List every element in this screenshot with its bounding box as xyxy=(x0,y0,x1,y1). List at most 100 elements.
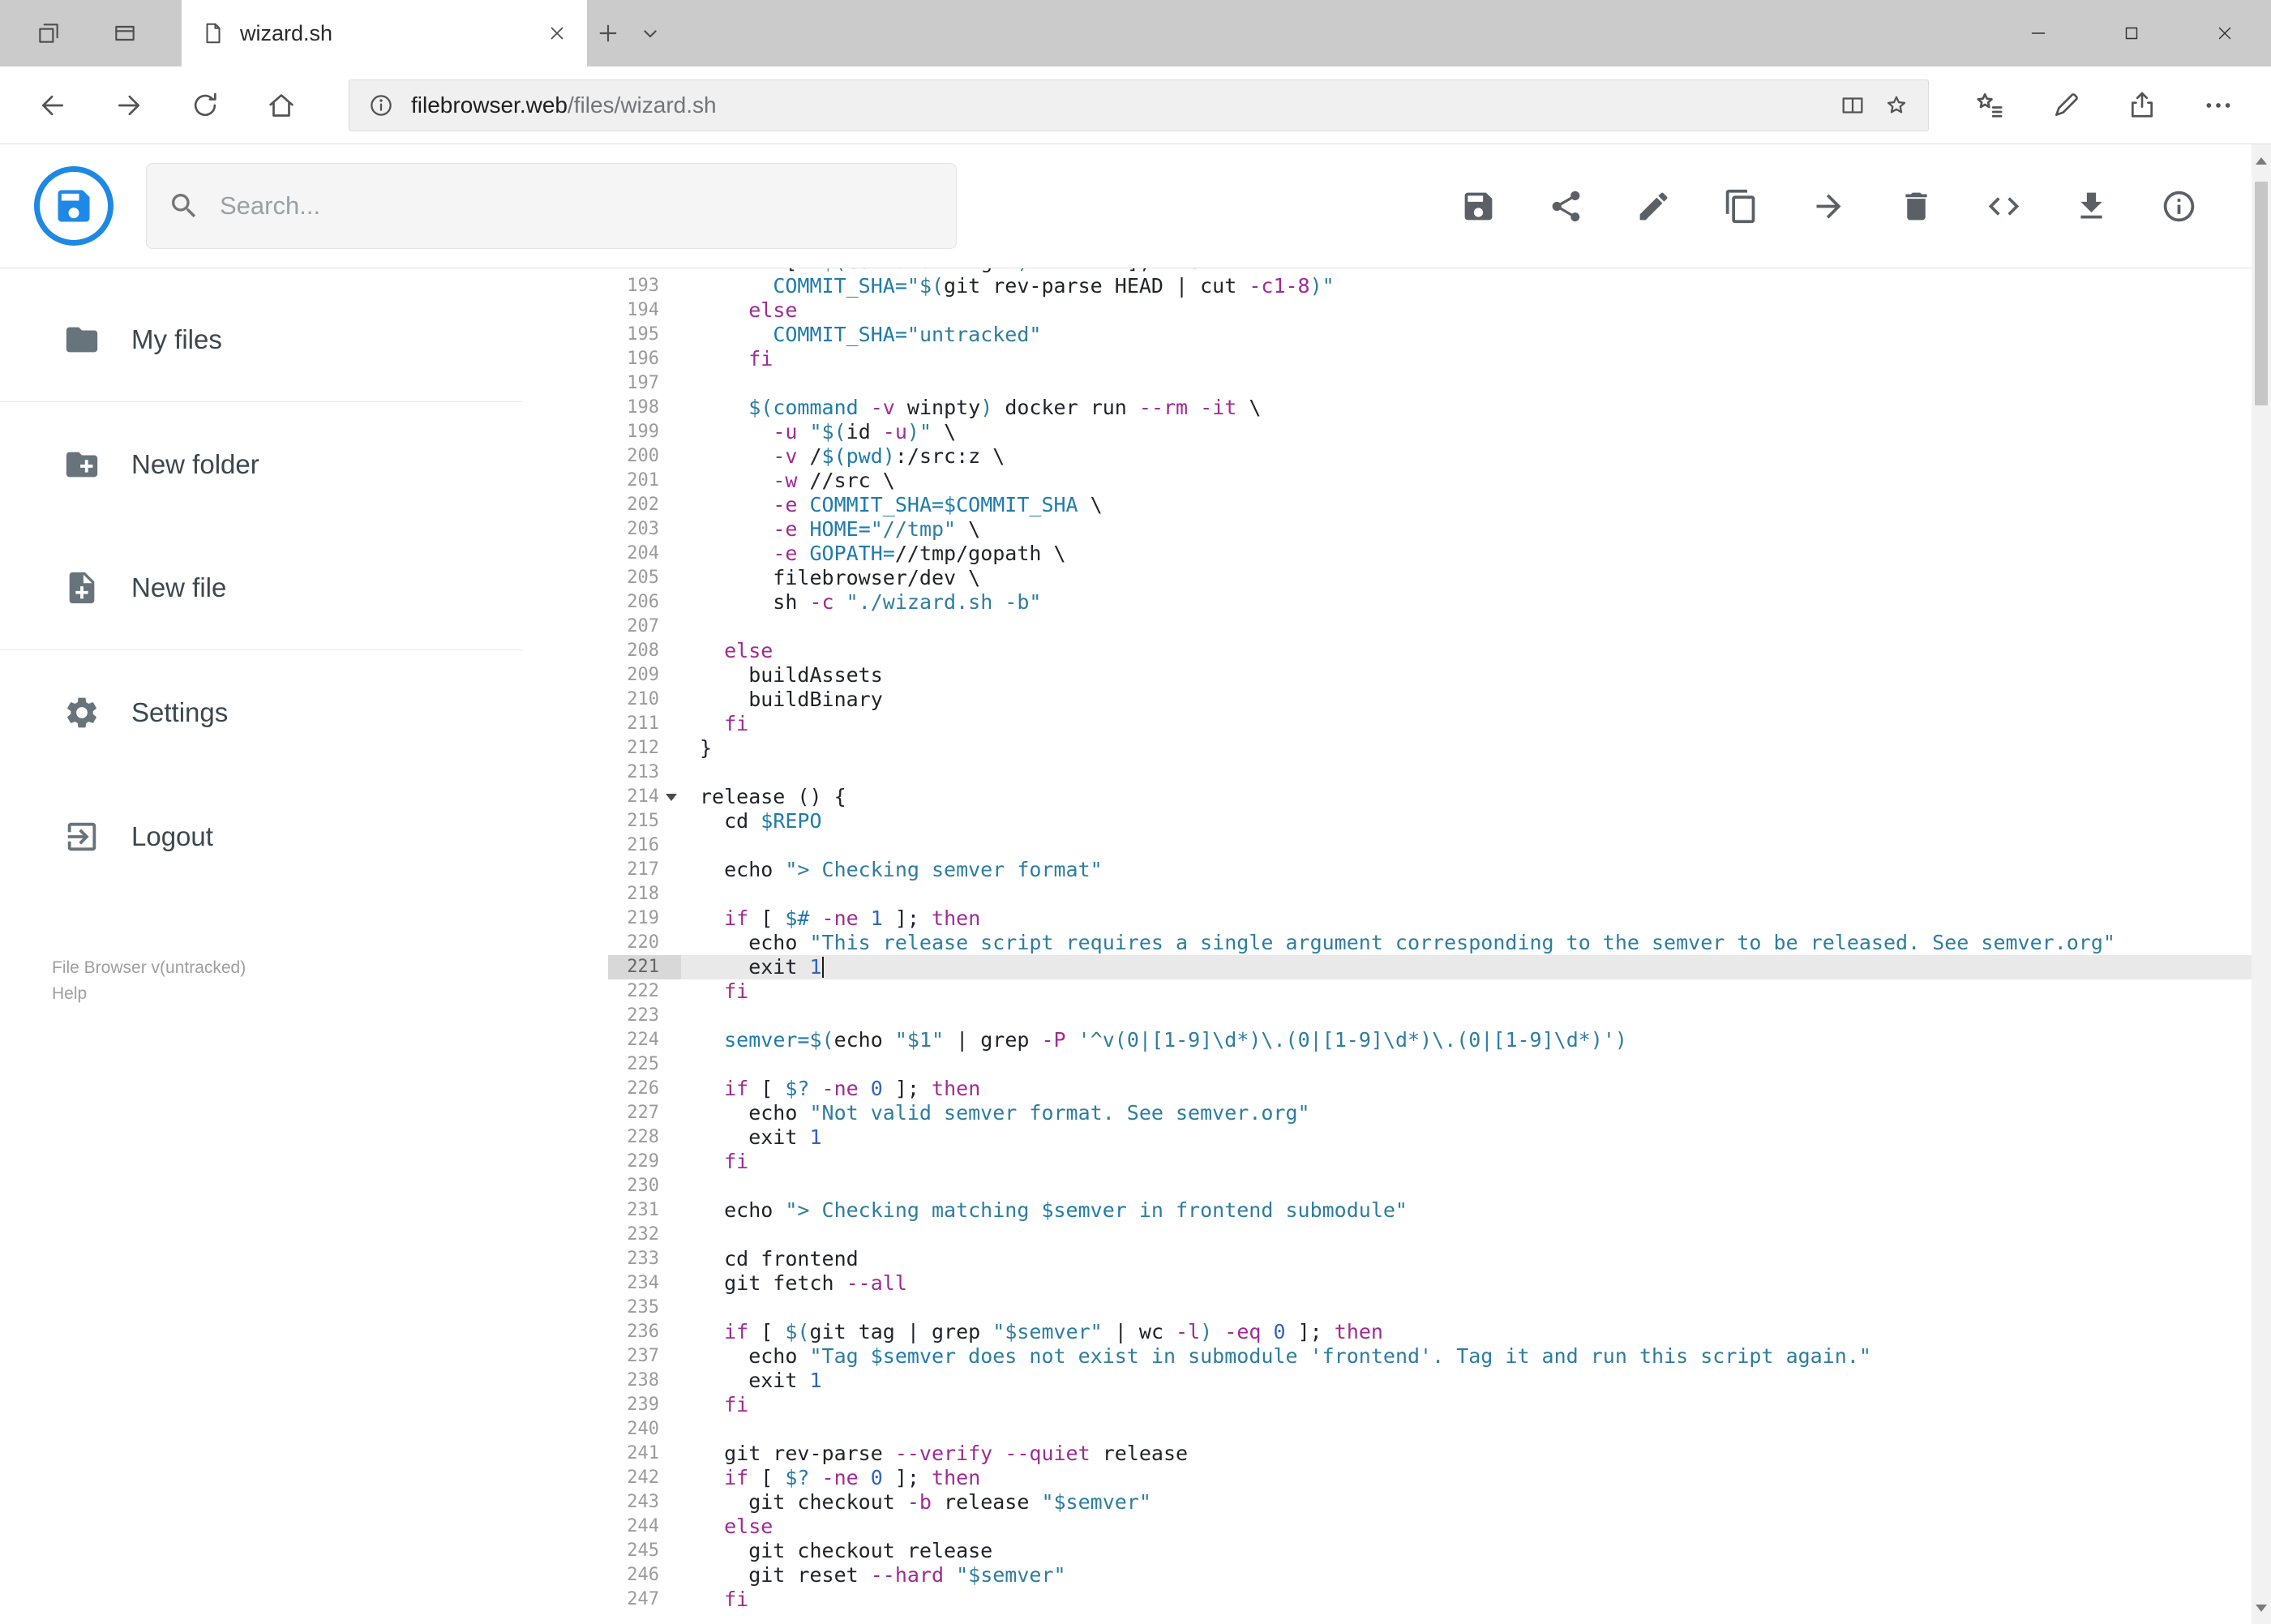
code-line-209[interactable]: 209 buildAssets xyxy=(608,663,2271,688)
sidebar-item-my-files[interactable]: My files xyxy=(0,278,523,402)
download-button[interactable] xyxy=(2047,163,2135,249)
info-button[interactable] xyxy=(2135,163,2222,249)
code-line-202[interactable]: 202 -e COMMIT_SHA=$COMMIT_SHA \ xyxy=(608,493,2271,517)
code-line-233[interactable]: 233 cd frontend xyxy=(608,1247,2271,1271)
sidebar-item-settings[interactable]: Settings xyxy=(0,650,523,774)
active-tab[interactable]: wizard.sh xyxy=(182,0,587,66)
code-line-207[interactable]: 207 xyxy=(608,615,2271,639)
share-button[interactable] xyxy=(1522,163,1609,249)
forward-button[interactable] xyxy=(91,71,167,139)
code-editor[interactable]: 192 if [ "$(command -v git)" != "" ]; th… xyxy=(608,268,2271,1623)
code-line-227[interactable]: 227 echo "Not valid semver format. See s… xyxy=(608,1101,2271,1125)
code-line-195[interactable]: 195 COMMIT_SHA="untracked" xyxy=(608,323,2271,347)
code-line-244[interactable]: 244 else xyxy=(608,1515,2271,1539)
address-bar[interactable]: filebrowser.web/files/wizard.sh xyxy=(349,79,1929,131)
code-line-241[interactable]: 241 git rev-parse --verify --quiet relea… xyxy=(608,1442,2271,1466)
back-button[interactable] xyxy=(15,71,91,139)
delete-button[interactable] xyxy=(1872,163,1960,249)
scroll-down-arrow[interactable] xyxy=(2252,1592,2271,1624)
code-line-232[interactable]: 232 xyxy=(608,1223,2271,1247)
code-line-211[interactable]: 211 fi xyxy=(608,712,2271,736)
code-line-201[interactable]: 201 -w //src \ xyxy=(608,469,2271,493)
sidebar-item-new-file[interactable]: New file xyxy=(0,526,523,650)
minimize-button[interactable] xyxy=(1991,0,2085,66)
code-line-210[interactable]: 210 buildBinary xyxy=(608,688,2271,712)
share-button[interactable] xyxy=(2104,71,2180,139)
code-line-239[interactable]: 239 fi xyxy=(608,1393,2271,1417)
code-line-217[interactable]: 217 echo "> Checking semver format" xyxy=(608,858,2271,882)
code-line-224[interactable]: 224 semver=$(echo "$1" | grep -P '^v(0|[… xyxy=(608,1028,2271,1052)
code-line-245[interactable]: 245 git checkout release xyxy=(608,1539,2271,1563)
tab-preview-toggle[interactable] xyxy=(629,0,671,66)
code-line-214[interactable]: 214 release () { xyxy=(608,785,2271,809)
code-line-206[interactable]: 206 sh -c "./wizard.sh -b" xyxy=(608,590,2271,615)
copy-button[interactable] xyxy=(1697,163,1785,249)
code-line-197[interactable]: 197 xyxy=(608,371,2271,396)
code-line-204[interactable]: 204 -e GOPATH=//tmp/gopath \ xyxy=(608,542,2271,566)
code-line-203[interactable]: 203 -e HOME="//tmp" \ xyxy=(608,517,2271,542)
code-line-212[interactable]: 212} xyxy=(608,736,2271,761)
code-line-194[interactable]: 194 else xyxy=(608,298,2271,323)
code-line-216[interactable]: 216 xyxy=(608,833,2271,858)
url-text[interactable]: filebrowser.web/files/wizard.sh xyxy=(411,92,1823,118)
tab-preview-button[interactable] xyxy=(104,0,146,66)
site-info-icon[interactable] xyxy=(367,92,395,119)
web-note-button[interactable] xyxy=(2028,71,2104,139)
code-line-196[interactable]: 196 fi xyxy=(608,347,2271,371)
code-line-193[interactable]: 193 COMMIT_SHA="$(git rev-parse HEAD | c… xyxy=(608,274,2271,298)
edit-button[interactable] xyxy=(1609,163,1697,249)
search-input[interactable] xyxy=(220,191,935,221)
code-line-199[interactable]: 199 -u "$(id -u)" \ xyxy=(608,420,2271,444)
code-line-205[interactable]: 205 filebrowser/dev \ xyxy=(608,566,2271,590)
code-line-218[interactable]: 218 xyxy=(608,882,2271,906)
set-tabs-aside-button[interactable] xyxy=(28,0,70,66)
move-button[interactable] xyxy=(1785,163,1872,249)
refresh-button[interactable] xyxy=(167,71,243,139)
code-line-219[interactable]: 219 if [ $# -ne 1 ]; then xyxy=(608,906,2271,931)
code-line-230[interactable]: 230 xyxy=(608,1174,2271,1198)
sidebar-item-logout[interactable]: Logout xyxy=(0,774,523,898)
code-line-228[interactable]: 228 exit 1 xyxy=(608,1125,2271,1150)
tab-close-icon[interactable] xyxy=(546,23,568,44)
code-line-226[interactable]: 226 if [ $? -ne 0 ]; then xyxy=(608,1077,2271,1101)
scrollbar-thumb[interactable] xyxy=(2255,182,2268,405)
code-line-215[interactable]: 215 cd $REPO xyxy=(608,809,2271,833)
search-bar[interactable] xyxy=(146,163,957,249)
help-link[interactable]: Help xyxy=(52,981,87,1007)
code-line-208[interactable]: 208 else xyxy=(608,639,2271,663)
code-line-240[interactable]: 240 xyxy=(608,1417,2271,1442)
code-line-225[interactable]: 225 xyxy=(608,1052,2271,1077)
new-tab-button[interactable] xyxy=(587,0,629,66)
page-scrollbar[interactable] xyxy=(2252,144,2271,1624)
code-line-223[interactable]: 223 xyxy=(608,1004,2271,1028)
code-line-242[interactable]: 242 if [ $? -ne 0 ]; then xyxy=(608,1466,2271,1490)
code-line-231[interactable]: 231 echo "> Checking matching $semver in… xyxy=(608,1198,2271,1223)
filebrowser-logo[interactable] xyxy=(34,166,114,246)
close-button[interactable] xyxy=(2178,0,2271,66)
code-line-213[interactable]: 213 xyxy=(608,761,2271,785)
more-button[interactable] xyxy=(2180,71,2256,139)
code-line-192[interactable]: 192 if [ "$(command -v git)" != "" ]; th… xyxy=(608,268,2271,274)
code-line-234[interactable]: 234 git fetch --all xyxy=(608,1271,2271,1296)
maximize-button[interactable] xyxy=(2085,0,2178,66)
sidebar-item-new-folder[interactable]: New folder xyxy=(0,402,523,526)
code-line-198[interactable]: 198 $(command -v winpty) docker run --rm… xyxy=(608,396,2271,420)
fold-arrow-icon[interactable] xyxy=(666,794,677,801)
hub-button[interactable] xyxy=(1952,71,2028,139)
home-button[interactable] xyxy=(243,71,319,139)
code-button[interactable] xyxy=(1960,163,2047,249)
code-line-236[interactable]: 236 if [ $(git tag | grep "$semver" | wc… xyxy=(608,1320,2271,1344)
code-line-246[interactable]: 246 git reset --hard "$semver" xyxy=(608,1563,2271,1588)
code-line-229[interactable]: 229 fi xyxy=(608,1150,2271,1174)
code-line-220[interactable]: 220 echo "This release script requires a… xyxy=(608,931,2271,955)
code-line-237[interactable]: 237 echo "Tag $semver does not exist in … xyxy=(608,1344,2271,1369)
save-button[interactable] xyxy=(1434,163,1522,249)
reading-view-icon[interactable] xyxy=(1839,92,1866,119)
code-line-238[interactable]: 238 exit 1 xyxy=(608,1369,2271,1393)
code-line-235[interactable]: 235 xyxy=(608,1296,2271,1320)
code-line-221[interactable]: 221 exit 1 xyxy=(608,955,2271,979)
favorite-star-icon[interactable] xyxy=(1883,92,1910,119)
code-line-222[interactable]: 222 fi xyxy=(608,979,2271,1004)
code-line-243[interactable]: 243 git checkout -b release "$semver" xyxy=(608,1490,2271,1515)
scroll-up-arrow[interactable] xyxy=(2252,144,2271,177)
